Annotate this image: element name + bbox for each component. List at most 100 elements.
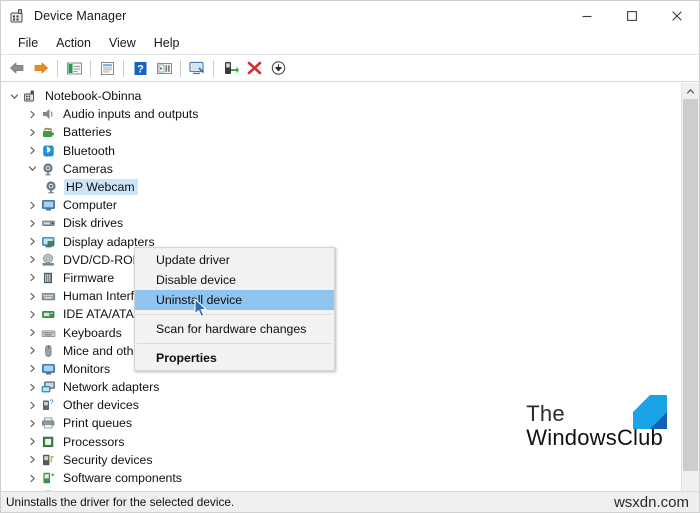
sidebar-item-bluetooth[interactable]: Bluetooth xyxy=(1,142,681,160)
context-menu-item-properties[interactable]: Properties xyxy=(135,348,334,368)
tree-node-label: Other devices xyxy=(63,398,139,413)
uninstall-device-icon[interactable] xyxy=(242,57,266,79)
context-menu-item-uninstall-device[interactable]: Uninstall device xyxy=(135,290,334,310)
sidebar-item-network-adapters[interactable]: Network adapters xyxy=(1,378,681,396)
show-hide-console-tree-icon[interactable] xyxy=(62,57,86,79)
svg-text:?: ? xyxy=(137,63,144,75)
tree-node-label: Bluetooth xyxy=(63,143,115,158)
menu-help[interactable]: Help xyxy=(145,34,189,52)
tree-node-label: Security devices xyxy=(63,452,153,467)
tree-node-label: Computer xyxy=(63,198,117,213)
sidebar-item-computer[interactable]: Computer xyxy=(1,196,681,214)
sidebar-item-audio[interactable]: Audio inputs and outputs xyxy=(1,105,681,123)
sidebar-item-cameras[interactable]: Cameras xyxy=(1,160,681,178)
vertical-scrollbar[interactable] xyxy=(681,83,699,491)
sidebar-item-firmware[interactable]: Firmware xyxy=(1,269,681,287)
menu-action[interactable]: Action xyxy=(47,34,100,52)
context-menu-item-scan-for-hardware-changes[interactable]: Scan for hardware changes xyxy=(135,319,334,339)
chevron-right-icon[interactable] xyxy=(25,474,40,483)
scrollbar-thumb[interactable] xyxy=(683,99,698,471)
display-icon[interactable] xyxy=(185,57,209,79)
maximize-icon[interactable] xyxy=(609,1,654,31)
chevron-right-icon[interactable] xyxy=(25,455,40,464)
sidebar-item-ide-ata-atapi[interactable]: IDE ATA/ATAPI controllers xyxy=(1,305,681,323)
chevron-down-icon[interactable] xyxy=(25,164,40,173)
scrollbar-track[interactable] xyxy=(682,99,699,491)
chevron-right-icon[interactable] xyxy=(25,128,40,137)
chevron-right-icon[interactable] xyxy=(25,346,40,355)
title-bar: Device Manager xyxy=(1,1,699,31)
menu-view[interactable]: View xyxy=(100,34,145,52)
chevron-right-icon[interactable] xyxy=(25,146,40,155)
ide-icon xyxy=(40,306,57,322)
menu-file[interactable]: File xyxy=(9,34,47,52)
properties-icon[interactable] xyxy=(95,57,119,79)
context-menu-item-disable-device[interactable]: Disable device xyxy=(135,270,334,290)
sidebar-item-dvd-cd-rom[interactable]: DVD/CD-ROM drives xyxy=(1,251,681,269)
tree-node-label: Network adapters xyxy=(63,380,160,395)
chevron-right-icon[interactable] xyxy=(25,292,40,301)
chevron-right-icon[interactable] xyxy=(25,419,40,428)
chevron-right-icon[interactable] xyxy=(25,437,40,446)
dvd-icon xyxy=(40,252,57,268)
tree-node-root[interactable]: Notebook-Obinna xyxy=(1,87,681,105)
chevron-right-icon[interactable] xyxy=(25,310,40,319)
sidebar-item-security-devices[interactable]: Security devices xyxy=(1,451,681,469)
context-menu[interactable]: Update driver Disable device Uninstall d… xyxy=(134,247,335,371)
printer-icon xyxy=(40,415,57,431)
watermark-line2: WindowsClub xyxy=(526,425,663,450)
chevron-right-icon[interactable] xyxy=(25,364,40,373)
toolbar-separator xyxy=(213,59,214,77)
toolbar: ? xyxy=(1,55,699,82)
close-icon[interactable] xyxy=(654,1,699,31)
toolbar-separator xyxy=(90,59,91,77)
tree-node-label: Processors xyxy=(63,434,125,449)
sidebar-item-disk-drives[interactable]: Disk drives xyxy=(1,214,681,232)
sidebar-item-human-interface-devices[interactable]: Human Interface Devices xyxy=(1,287,681,305)
sidebar-item-mice[interactable]: Mice and other pointing devices xyxy=(1,342,681,360)
sidebar-item-batteries[interactable]: Batteries xyxy=(1,123,681,141)
tree-node-label: Print queues xyxy=(63,416,133,431)
update-driver-icon[interactable] xyxy=(218,57,242,79)
chevron-right-icon[interactable] xyxy=(25,219,40,228)
chevron-right-icon[interactable] xyxy=(25,110,40,119)
help-icon[interactable]: ? xyxy=(128,57,152,79)
chevron-right-icon[interactable] xyxy=(25,328,40,337)
status-bar: Uninstalls the driver for the selected d… xyxy=(1,491,699,512)
tree-node-label: HP Webcam xyxy=(64,179,138,196)
device-manager-window: Device Manager File Action View Help ? N… xyxy=(0,0,700,513)
other-device-icon: ? xyxy=(40,397,57,413)
sidebar-item-monitors[interactable]: Monitors xyxy=(1,360,681,378)
chevron-right-icon[interactable] xyxy=(25,237,40,246)
window-controls xyxy=(564,1,699,31)
tree-node-label: Disk drives xyxy=(63,216,124,231)
windowsclub-logo-icon xyxy=(633,395,667,429)
chevron-right-icon[interactable] xyxy=(25,201,40,210)
forward-icon[interactable] xyxy=(29,57,53,79)
tree-node-label: Batteries xyxy=(63,125,112,140)
chevron-right-icon[interactable] xyxy=(25,383,40,392)
scroll-up-icon[interactable] xyxy=(682,83,699,99)
bluetooth-icon xyxy=(40,143,57,159)
scan-hardware-changes-icon[interactable] xyxy=(266,57,290,79)
context-menu-item-update-driver[interactable]: Update driver xyxy=(135,250,334,270)
chevron-down-icon[interactable] xyxy=(7,92,22,101)
scan-devices-icon[interactable] xyxy=(152,57,176,79)
sidebar-item-software-components[interactable]: Software components xyxy=(1,469,681,487)
minimize-icon[interactable] xyxy=(564,1,609,31)
monitor-icon xyxy=(40,197,57,213)
camera-icon xyxy=(40,161,57,177)
sidebar-item-hp-webcam[interactable]: HP Webcam xyxy=(1,178,681,196)
chevron-right-icon[interactable] xyxy=(25,401,40,410)
sidebar-item-display-adapters[interactable]: Display adapters xyxy=(1,233,681,251)
device-tree[interactable]: Notebook-Obinna Audio inputs and outputs xyxy=(1,83,681,491)
keyboard-icon xyxy=(40,325,57,341)
battery-icon xyxy=(40,124,57,140)
chevron-right-icon[interactable] xyxy=(25,255,40,264)
chevron-right-icon[interactable] xyxy=(25,273,40,282)
window-title: Device Manager xyxy=(34,9,127,23)
tree-node-label: Notebook-Obinna xyxy=(45,89,142,104)
sidebar-item-keyboards[interactable]: Keyboards xyxy=(1,323,681,341)
back-icon[interactable] xyxy=(5,57,29,79)
disk-icon xyxy=(40,215,57,231)
